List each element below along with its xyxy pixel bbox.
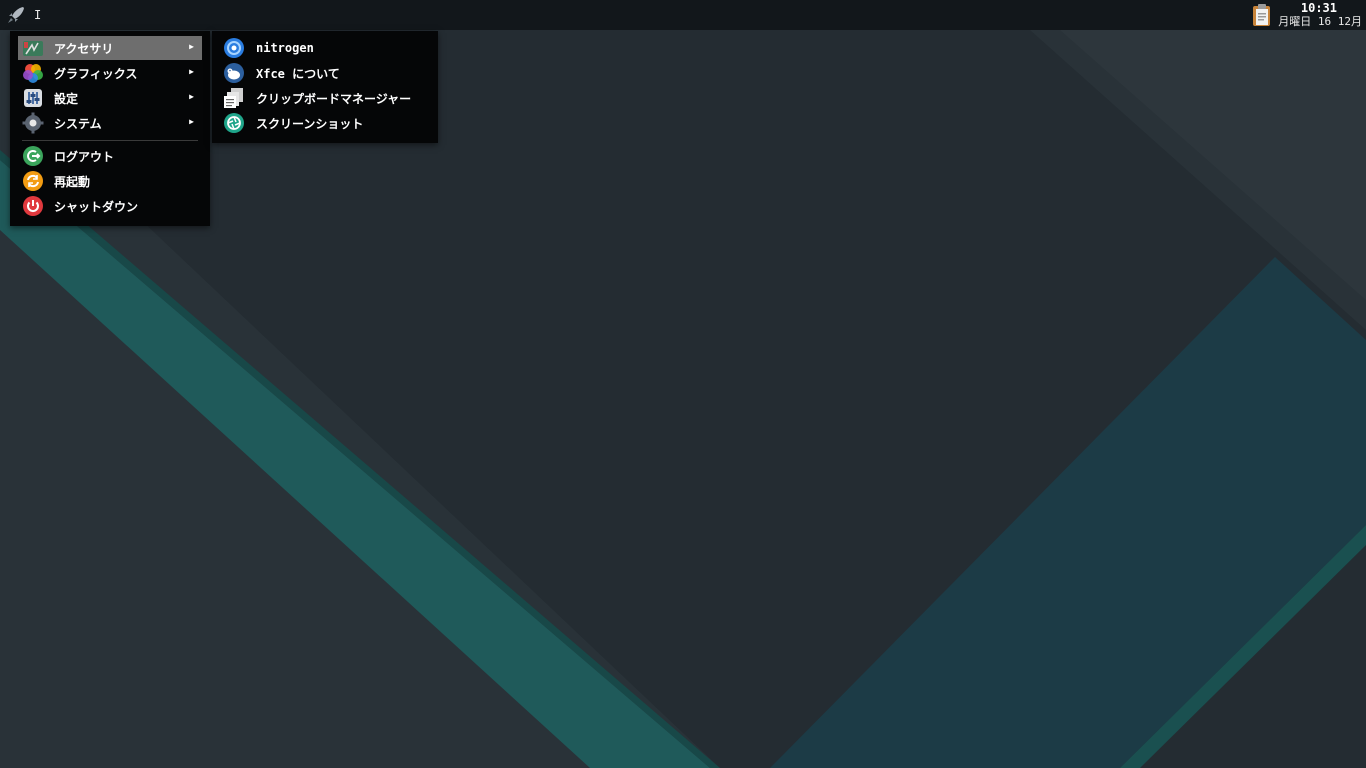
system-icon bbox=[22, 112, 44, 134]
rocket-launcher-icon[interactable] bbox=[4, 3, 28, 27]
submenu-item-clipboard-manager[interactable]: クリップボードマネージャー bbox=[222, 86, 432, 110]
menu-item-settings[interactable]: 設定 ▶ bbox=[18, 86, 202, 110]
menu-item-label: グラフィックス bbox=[54, 66, 138, 81]
submenu-item-screenshot[interactable]: スクリーンショット bbox=[222, 111, 432, 135]
accessories-submenu: nitrogen Xfce について クリップボードマネージャー スクリーンショ… bbox=[212, 31, 438, 143]
submenu-item-label: Xfce について bbox=[256, 66, 340, 81]
submenu-arrow-icon: ▶ bbox=[189, 92, 194, 101]
top-panel: I 10:31 月曜日 16 12月 bbox=[0, 0, 1366, 30]
restart-icon bbox=[23, 171, 43, 191]
submenu-item-about-xfce[interactable]: Xfce について bbox=[222, 61, 432, 85]
menu-item-accessories[interactable]: アクセサリ ▶ bbox=[18, 36, 202, 60]
clock-time: 10:31 bbox=[1300, 1, 1337, 15]
clipboard-tray-icon[interactable] bbox=[1250, 3, 1274, 27]
menu-item-label: ログアウト bbox=[54, 149, 115, 164]
menu-item-label: アクセサリ bbox=[54, 41, 114, 56]
menu-item-logout[interactable]: ログアウト bbox=[18, 144, 202, 168]
nitrogen-icon bbox=[224, 38, 244, 58]
submenu-arrow-icon: ▶ bbox=[189, 67, 194, 76]
menu-item-restart[interactable]: 再起動 bbox=[18, 169, 202, 193]
clock-date: 月曜日 16 12月 bbox=[1278, 15, 1362, 28]
workspace-label[interactable]: I bbox=[34, 8, 41, 22]
menu-item-system[interactable]: システム ▶ bbox=[18, 111, 202, 135]
accessories-icon bbox=[23, 41, 43, 56]
submenu-item-nitrogen[interactable]: nitrogen bbox=[222, 36, 432, 60]
logout-icon bbox=[23, 146, 43, 166]
submenu-item-label: nitrogen bbox=[256, 41, 314, 55]
settings-icon bbox=[24, 89, 42, 107]
graphics-icon bbox=[23, 64, 43, 83]
submenu-arrow-icon: ▶ bbox=[189, 42, 194, 51]
shutdown-icon bbox=[23, 196, 43, 216]
submenu-item-label: スクリーンショット bbox=[256, 116, 364, 131]
menu-separator bbox=[22, 140, 198, 141]
menu-item-label: 設定 bbox=[54, 91, 79, 106]
menu-item-label: システム bbox=[54, 116, 102, 131]
screenshot-icon bbox=[224, 113, 244, 133]
submenu-item-label: クリップボードマネージャー bbox=[256, 91, 412, 106]
clock[interactable]: 10:31 月曜日 16 12月 bbox=[1278, 0, 1362, 29]
menu-item-label: シャットダウン bbox=[54, 199, 139, 214]
menu-item-shutdown[interactable]: シャットダウン bbox=[18, 194, 202, 218]
submenu-arrow-icon: ▶ bbox=[189, 117, 194, 126]
application-menu: アクセサリ ▶ グラフィックス ▶ 設定 ▶ システム ▶ ログアウト 再起動 … bbox=[10, 31, 210, 226]
clipboard-manager-icon bbox=[224, 88, 243, 108]
xfce-icon bbox=[224, 63, 244, 83]
desktop: I 10:31 月曜日 16 12月 アクセサリ ▶ グラフィックス ▶ 設定 … bbox=[0, 0, 1366, 768]
menu-item-label: 再起動 bbox=[54, 174, 91, 189]
menu-item-graphics[interactable]: グラフィックス ▶ bbox=[18, 61, 202, 85]
